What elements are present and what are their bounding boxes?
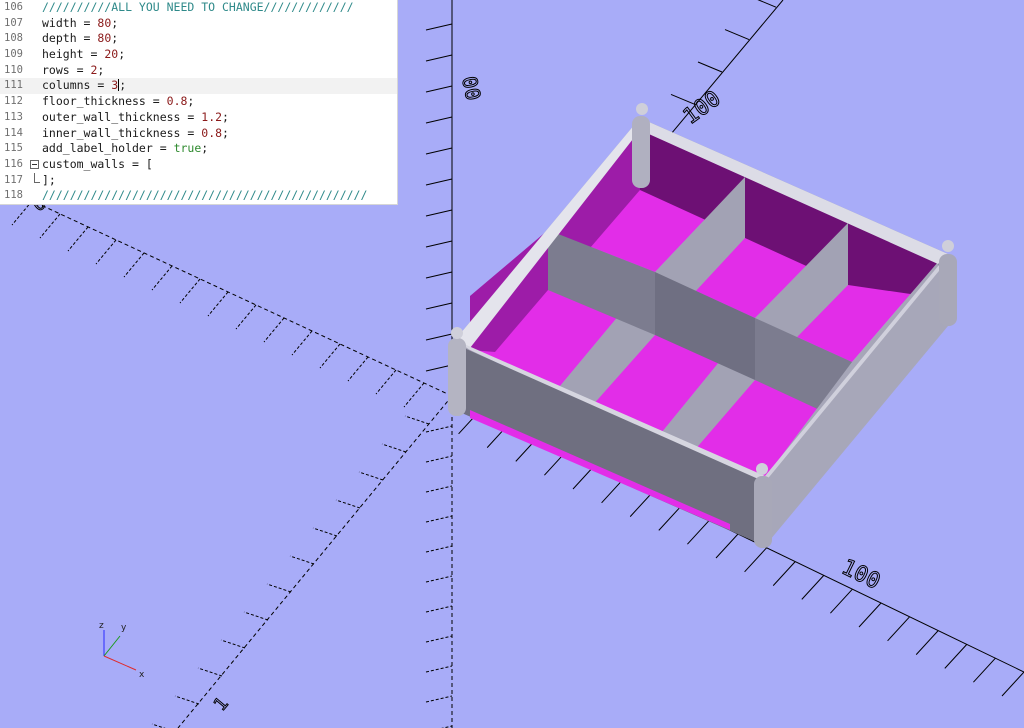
code-text: floor_thickness = 0.8; bbox=[42, 94, 195, 109]
code-line[interactable]: 106 //////////ALL YOU NEED TO CHANGE/////… bbox=[0, 0, 397, 16]
variable-name: height bbox=[42, 47, 84, 62]
variable-value: 80 bbox=[97, 31, 112, 46]
variable-name: rows bbox=[42, 62, 70, 77]
line-number: 110 bbox=[4, 63, 23, 76]
variable-value: 80 bbox=[97, 15, 112, 30]
variable-value: 2 bbox=[90, 62, 98, 77]
code-line[interactable]: 112 floor_thickness = 0.8; bbox=[0, 94, 397, 110]
code-line[interactable]: 107 width = 80; bbox=[0, 16, 397, 32]
line-number: 113 bbox=[4, 110, 23, 123]
variable-value: 0.8 bbox=[201, 125, 223, 140]
code-line[interactable]: 118 /////////////////////////////////////… bbox=[0, 188, 397, 204]
line-number: 116 bbox=[4, 157, 23, 170]
text-cursor bbox=[118, 79, 120, 92]
code-line[interactable]: 117]; bbox=[0, 172, 397, 189]
code-text: outer_wall_thickness = 1.2; bbox=[42, 109, 229, 124]
code-line[interactable]: 113 outer_wall_thickness = 1.2; bbox=[0, 110, 397, 126]
variable-name: depth bbox=[42, 31, 77, 46]
code-line[interactable]: 116 custom_walls = [ bbox=[0, 157, 397, 173]
line-number: 115 bbox=[4, 142, 23, 155]
code-text: depth = 80; bbox=[42, 31, 119, 46]
line-number: 109 bbox=[4, 48, 23, 61]
variable-name: columns bbox=[42, 78, 91, 93]
line-number: 107 bbox=[4, 16, 23, 29]
gizmo-y-label: y bbox=[121, 623, 127, 633]
code-text: add_label_holder = true; bbox=[42, 141, 209, 156]
line-number: 108 bbox=[4, 32, 23, 45]
variable-value: 1.2 bbox=[201, 109, 223, 124]
variable-value: 3 bbox=[111, 78, 119, 93]
code-line[interactable]: 114 inner_wall_thickness = 0.8; bbox=[0, 126, 397, 142]
fold-toggle-icon[interactable] bbox=[30, 159, 39, 169]
code-line[interactable]: 115 add_label_holder = true; bbox=[0, 141, 397, 157]
code-token: custom_walls = [ bbox=[42, 156, 153, 171]
line-number: 106 bbox=[4, 1, 23, 13]
variable-name: outer_wall_thickness bbox=[42, 109, 181, 124]
code-text: inner_wall_thickness = 0.8; bbox=[42, 125, 229, 140]
gizmo-x-label: x bbox=[139, 670, 145, 680]
code-token: ////////////////////////////////////////… bbox=[42, 188, 368, 203]
line-number: 118 bbox=[4, 189, 23, 202]
line-number: 114 bbox=[4, 126, 23, 139]
variable-name: width bbox=[42, 15, 77, 30]
code-token: //////////ALL YOU NEED TO CHANGE////////… bbox=[42, 0, 354, 14]
line-number: 111 bbox=[4, 79, 23, 92]
line-number: 112 bbox=[4, 95, 23, 108]
code-text: columns = 3; bbox=[42, 78, 127, 93]
code-text: custom_walls = [ bbox=[42, 157, 153, 173]
code-line[interactable]: 110 rows = 2; bbox=[0, 63, 397, 79]
code-text: width = 80; bbox=[42, 15, 119, 30]
variable-value: 0.8 bbox=[166, 94, 188, 109]
code-text: rows = 2; bbox=[42, 62, 105, 77]
code-text: height = 20; bbox=[42, 47, 126, 62]
line-number: 117 bbox=[4, 173, 23, 186]
code-line[interactable]: 111 columns = 3; bbox=[0, 78, 397, 95]
code-text: ////////////////////////////////////////… bbox=[42, 188, 367, 204]
variable-value: true bbox=[173, 141, 202, 156]
code-text: //////////ALL YOU NEED TO CHANGE////////… bbox=[42, 0, 354, 16]
fold-end-marker-icon bbox=[34, 172, 40, 183]
variable-name: floor_thickness bbox=[42, 94, 146, 109]
gizmo-z-label: z bbox=[99, 621, 104, 631]
code-token: ]; bbox=[42, 172, 56, 187]
code-line[interactable]: 109 height = 20; bbox=[0, 47, 397, 63]
code-text: ]; bbox=[42, 173, 56, 189]
axis-label-top-left: 00 bbox=[457, 74, 485, 103]
variable-name: inner_wall_thickness bbox=[42, 125, 181, 140]
variable-name: add_label_holder bbox=[42, 141, 153, 156]
code-line[interactable]: 108 depth = 80; bbox=[0, 31, 397, 47]
variable-value: 20 bbox=[104, 47, 119, 62]
code-editor[interactable]: 106 //////////ALL YOU NEED TO CHANGE/////… bbox=[0, 0, 398, 205]
